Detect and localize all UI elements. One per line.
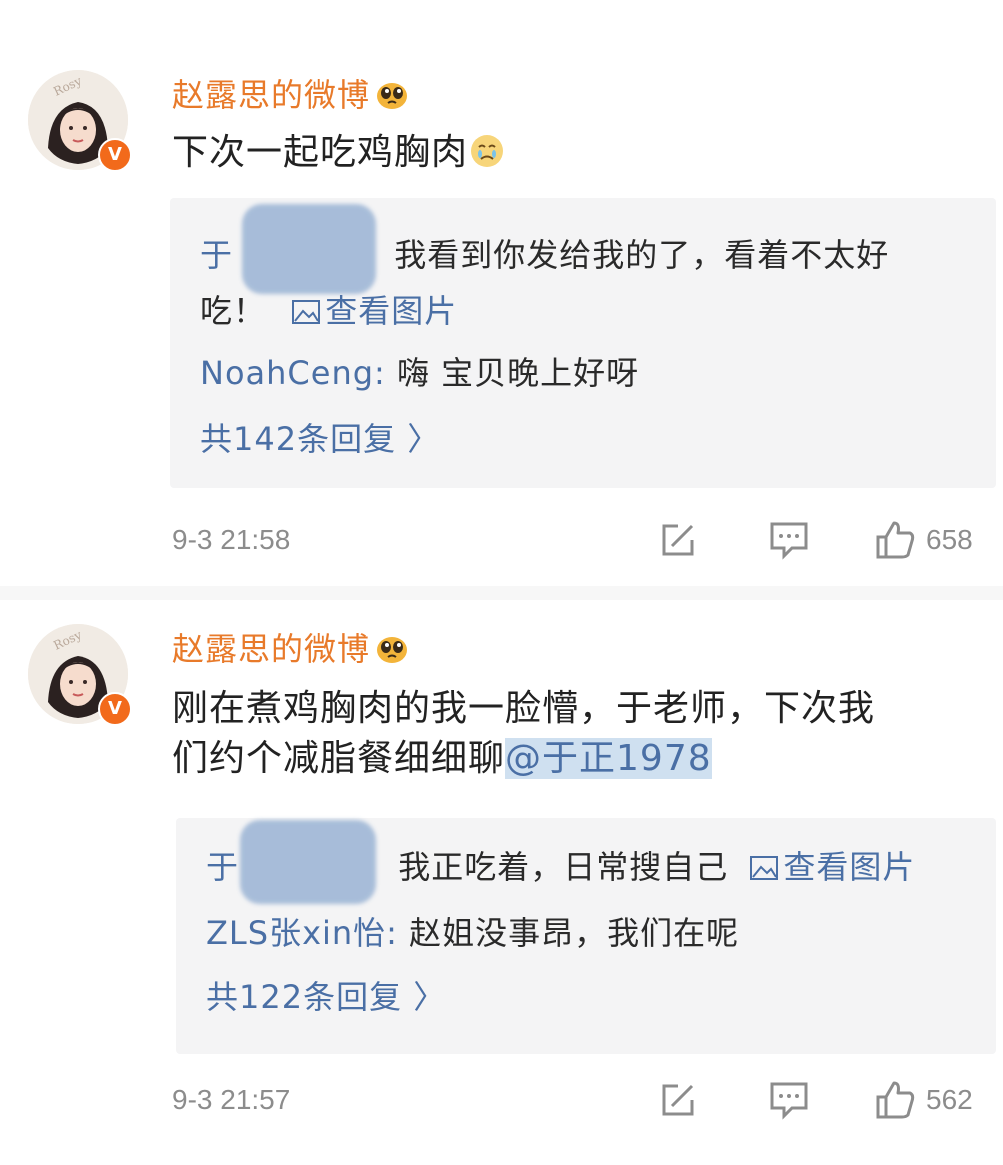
mention-link[interactable]: @于正1978: [505, 738, 712, 779]
reply-text: 赵姐没事昂，我们在呢: [409, 914, 740, 952]
view-picture-label: 查看图片: [783, 848, 916, 886]
reply-text: 我正吃着，日常搜自己: [398, 848, 729, 886]
like-button[interactable]: 658: [874, 520, 973, 560]
comment-body: 下次一起吃鸡胸肉: [172, 132, 469, 173]
reply-item[interactable]: NoahCeng: 嗨 宝贝晚上好呀: [200, 350, 972, 396]
reply-box[interactable]: 于 我看到你发给我的了，看着不太好 吃！ 查看图片 NoahCeng: 嗨 宝贝…: [170, 198, 996, 488]
redaction-blur: [240, 820, 376, 904]
view-picture-label: 查看图片: [325, 292, 458, 330]
comment-icon: [770, 522, 808, 560]
comment-time: 9-3 21:57: [172, 1084, 291, 1115]
avatar[interactable]: Rosy V: [28, 624, 132, 726]
comment-time: 9-3 21:58: [172, 524, 291, 555]
share-icon: [662, 1084, 694, 1116]
like-button[interactable]: 562: [874, 1080, 973, 1120]
username-text: 赵露思的微博: [172, 630, 371, 668]
comment-body-line1: 刚在煮鸡胸肉的我一脸懵，于老师，下次我: [172, 688, 876, 729]
username-text: 赵露思的微博: [172, 76, 371, 114]
reply-author[interactable]: NoahCeng:: [200, 354, 386, 392]
like-count: 562: [926, 1084, 973, 1115]
crying-emoji-icon: [471, 135, 504, 167]
comment-item: Rosy V 赵露思的微博 下次一起吃鸡胸肉 于 我看到你发给我的了，看着不太好…: [0, 0, 1003, 590]
reply-author[interactable]: 于: [200, 236, 233, 274]
thumbs-up-icon: [876, 521, 915, 559]
view-picture-link[interactable]: 查看图片: [291, 292, 457, 330]
picture-icon: [292, 300, 321, 324]
reply-author[interactable]: 于: [206, 848, 239, 886]
comment-body-line2-wrap: 们约个减脂餐细细聊@于正1978: [172, 734, 992, 784]
username[interactable]: 赵露思的微博: [172, 624, 408, 670]
comment-text: 下次一起吃鸡胸肉: [172, 128, 992, 178]
divider: [0, 586, 1003, 600]
emoji-icon: [377, 637, 408, 663]
redaction-blur: [242, 204, 376, 294]
share-icon: [662, 524, 694, 556]
like-count: 658: [926, 524, 973, 555]
comment-item: Rosy V 赵露思的微博 刚在煮鸡胸肉的我一脸懵，于老师，下次我 们约个减脂餐…: [0, 600, 1003, 1160]
comment-button[interactable]: [768, 520, 810, 560]
reply-box[interactable]: 于 我正吃着，日常搜自己 查看图片 ZLS张xin怡: 赵姐没事昂，我们在呢 共…: [176, 818, 996, 1054]
avatar[interactable]: Rosy V: [28, 70, 132, 172]
reply-item-cont: 吃！ 查看图片: [200, 288, 972, 334]
vip-badge: V: [98, 138, 132, 172]
weibo-comment-list: Rosy V 赵露思的微博 下次一起吃鸡胸肉 于 我看到你发给我的了，看着不太好…: [0, 0, 1003, 1165]
emoji-icon: [377, 83, 408, 109]
thumbs-up-icon: [876, 1081, 915, 1119]
share-button[interactable]: [658, 1080, 698, 1120]
reply-text-cont: 吃！: [200, 292, 267, 330]
comment-button[interactable]: [768, 1080, 810, 1120]
username[interactable]: 赵露思的微博: [172, 70, 408, 116]
reply-text: 嗨 宝贝晚上好呀: [396, 354, 640, 392]
comment-icon: [770, 1082, 808, 1120]
share-button[interactable]: [658, 520, 698, 560]
reply-count-link[interactable]: 共122条回复 〉: [206, 974, 972, 1020]
comment-text: 刚在煮鸡胸肉的我一脸懵，于老师，下次我 们约个减脂餐细细聊@于正1978: [172, 684, 992, 784]
comment-body-line2: 们约个减脂餐细细聊: [172, 738, 506, 779]
view-picture-link[interactable]: 查看图片: [749, 848, 915, 886]
reply-item[interactable]: ZLS张xin怡: 赵姐没事昂，我们在呢: [206, 910, 972, 956]
reply-text: 我看到你发给我的了，看着不太好: [394, 236, 890, 274]
reply-count-link[interactable]: 共142条回复 〉: [200, 416, 972, 462]
reply-author[interactable]: ZLS张xin怡:: [206, 914, 398, 952]
vip-badge: V: [98, 692, 132, 726]
picture-icon: [750, 856, 779, 880]
